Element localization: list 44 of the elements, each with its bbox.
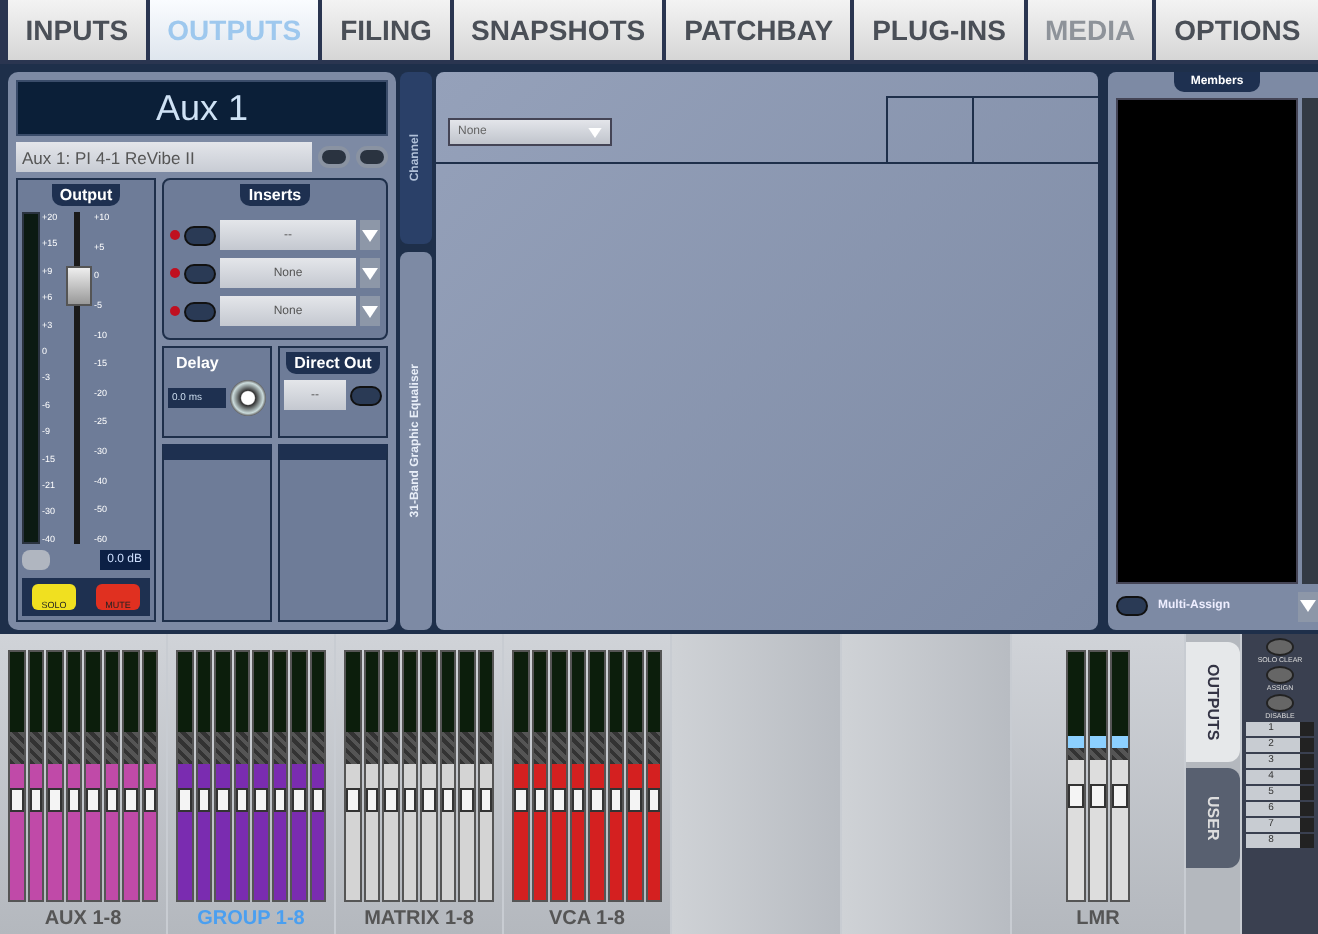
caret-icon <box>362 229 378 241</box>
section-tab[interactable]: INPUTS <box>8 0 146 60</box>
insert-toggle[interactable] <box>184 301 216 321</box>
round-button[interactable] <box>1266 666 1294 684</box>
section-title: Inserts <box>240 184 310 206</box>
dropdown-button[interactable] <box>360 296 380 326</box>
insert-toggle[interactable] <box>184 225 216 245</box>
routing-dot-icon <box>170 230 180 240</box>
section-tab[interactable]: OPTIONS <box>1156 0 1318 60</box>
dropdown-button[interactable] <box>1298 591 1318 621</box>
caret-icon <box>588 127 602 137</box>
direct-out-toggle[interactable] <box>350 385 382 405</box>
preset-selector[interactable]: Aux 1: PI 4-1 ReVibe II <box>16 142 312 172</box>
caret-icon <box>1300 600 1316 612</box>
next-button[interactable] <box>356 146 388 168</box>
section-title: Delay <box>174 352 221 374</box>
fader-bank[interactable]: VCA 1-8 <box>504 634 670 934</box>
fader-handle[interactable] <box>66 265 92 306</box>
delay-knob[interactable] <box>230 380 266 416</box>
scrollbar[interactable] <box>1302 98 1318 584</box>
channel-name: Aux 1 <box>16 80 388 136</box>
round-button[interactable] <box>1266 638 1294 656</box>
fader-bank[interactable]: LMR <box>1012 634 1184 934</box>
caret-icon <box>362 267 378 279</box>
section-title: Direct Out <box>286 352 380 374</box>
section-tab[interactable]: PATCHBAY <box>666 0 851 60</box>
round-button[interactable] <box>1265 694 1294 712</box>
safe-button[interactable] <box>22 550 50 570</box>
section-tab[interactable]: FILING <box>322 0 450 60</box>
caret-icon <box>362 305 378 317</box>
section-tab[interactable]: PLUG-INS <box>854 0 1024 60</box>
fader-bank[interactable]: MATRIX 1-8 <box>336 634 502 934</box>
dropdown-button[interactable] <box>360 220 380 250</box>
strip-tab[interactable]: USER <box>1186 768 1240 868</box>
multi-assign-toggle[interactable] <box>1116 596 1148 616</box>
fader-bank[interactable]: AUX 1-8 <box>0 634 166 934</box>
routing-dot-icon <box>170 306 180 316</box>
strip-tab[interactable]: OUTPUTS <box>1186 642 1240 762</box>
dropdown-button[interactable] <box>360 258 380 288</box>
prev-button[interactable] <box>318 146 350 168</box>
routing-dot-icon <box>170 268 180 278</box>
insert-toggle[interactable] <box>184 263 216 283</box>
section-title: Output <box>51 184 121 206</box>
section-tab[interactable]: SNAPSHOTS <box>453 0 663 60</box>
